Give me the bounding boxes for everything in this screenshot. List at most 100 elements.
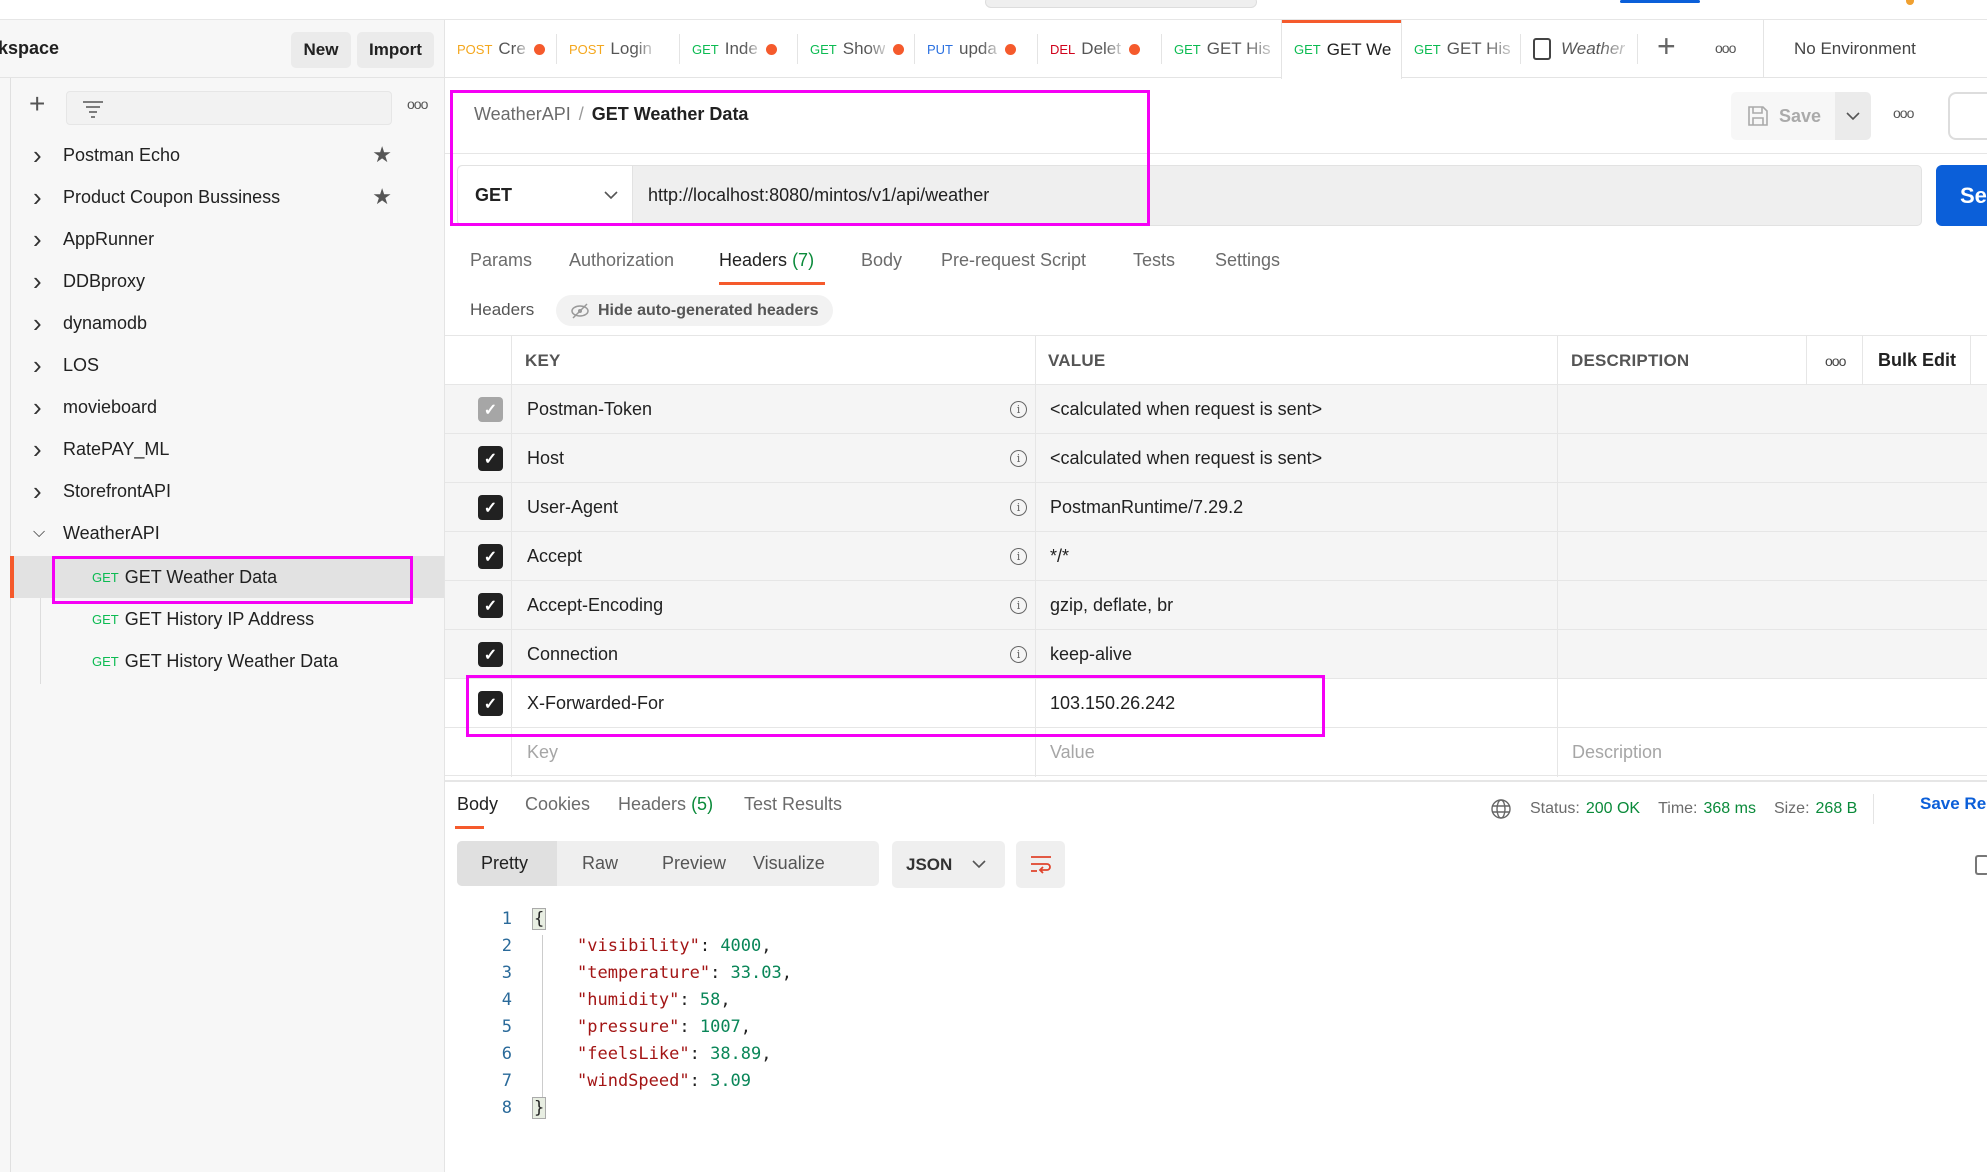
request-subtab[interactable]: Settings [1215, 250, 1280, 271]
request-tab[interactable]: PUT upda [915, 20, 1038, 78]
request-name[interactable]: GET Weather Data [592, 104, 749, 124]
chevron-down-icon[interactable]: ⌵ [33, 524, 63, 542]
header-key[interactable]: User-Agent [527, 483, 618, 532]
method-select[interactable]: GET [458, 166, 633, 225]
header-enabled-checkbox[interactable]: ✓ [478, 581, 503, 630]
sidebar-collection[interactable]: › DDBproxy [11, 260, 444, 302]
header-value[interactable]: 103.150.26.242 [1050, 679, 1175, 728]
request-tab[interactable]: GET Show [798, 20, 915, 78]
copy-icon[interactable] [1975, 855, 1987, 875]
sidebar-collection[interactable]: › AppRunner [11, 218, 444, 260]
request-tab[interactable]: POST Login [557, 20, 680, 78]
view-preview-button[interactable]: Preview [662, 841, 726, 886]
request-tab[interactable]: GET GET We [1281, 20, 1402, 79]
value-input[interactable]: Value [1050, 728, 1095, 777]
info-icon[interactable]: i [1010, 581, 1027, 630]
header-value[interactable]: gzip, deflate, br [1050, 581, 1173, 630]
header-row[interactable]: ✓ Host i <calculated when request is sent> [445, 433, 1987, 483]
star-icon[interactable]: ★ [372, 142, 392, 168]
description-input[interactable]: Description [1572, 728, 1662, 777]
size-value[interactable]: 268 B [1816, 800, 1858, 818]
sidebar-collection[interactable]: › LOS [11, 344, 444, 386]
sidebar-request[interactable]: GET GET History Weather Data [11, 640, 444, 682]
send-button[interactable]: Se [1936, 165, 1987, 226]
header-description[interactable] [1571, 630, 1971, 679]
sidebar-request[interactable]: GET GET History IP Address [11, 598, 444, 640]
save-response-button[interactable]: Save Re [1920, 794, 1986, 814]
response-tab[interactable]: Body [457, 794, 498, 815]
header-enabled-checkbox[interactable]: ✓ [478, 385, 503, 434]
view-raw-button[interactable]: Raw [582, 841, 618, 886]
request-subtab[interactable]: Pre-request Script [941, 250, 1086, 271]
view-pretty-button[interactable]: Pretty [457, 841, 557, 886]
request-tab[interactable]: Weather [1521, 20, 1638, 78]
sidebar-collection[interactable]: › Postman Echo ★ [11, 134, 444, 176]
header-key[interactable]: Accept-Encoding [527, 581, 663, 630]
sidebar-collection[interactable]: › dynamodb [11, 302, 444, 344]
header-enabled-checkbox[interactable]: ✓ [478, 434, 503, 483]
request-tab[interactable]: GET Inde [680, 20, 798, 78]
header-enabled-checkbox[interactable]: ✓ [478, 630, 503, 679]
sidebar-collection[interactable]: › movieboard [11, 386, 444, 428]
new-button[interactable]: New [291, 32, 351, 68]
request-subtab[interactable]: Tests [1133, 250, 1175, 271]
request-more-icon[interactable]: ooo [1893, 105, 1914, 121]
info-icon[interactable]: i [1010, 630, 1027, 679]
info-icon[interactable]: i [1010, 483, 1027, 532]
header-row[interactable]: ✓ Accept-Encoding i gzip, deflate, br [445, 580, 1987, 630]
environment-select[interactable]: No Environment [1763, 20, 1987, 78]
hide-auto-headers-button[interactable]: Hide auto-generated headers [556, 295, 833, 326]
header-key[interactable]: X-Forwarded-For [527, 679, 664, 728]
header-value[interactable]: keep-alive [1050, 630, 1132, 679]
wrap-lines-button[interactable] [1016, 841, 1065, 888]
sidebar-request[interactable]: GET GET Weather Data [10, 556, 444, 598]
header-enabled-checkbox[interactable]: ✓ [478, 679, 503, 728]
avatar[interactable] [1906, 0, 1914, 5]
header-row[interactable]: ✓ X-Forwarded-For 103.150.26.242 [445, 678, 1987, 728]
search-bar[interactable] [985, 0, 1257, 8]
header-value[interactable]: */* [1050, 532, 1069, 581]
response-tab[interactable]: Test Results [744, 794, 842, 815]
request-subtab[interactable]: Params [470, 250, 532, 271]
header-value[interactable]: <calculated when request is sent> [1050, 385, 1322, 434]
sidebar-collection[interactable]: › StorefrontAPI [11, 470, 444, 512]
header-description[interactable] [1571, 434, 1971, 483]
header-row[interactable]: ✓ User-Agent i PostmanRuntime/7.29.2 [445, 482, 1987, 532]
info-icon[interactable]: i [1010, 385, 1027, 434]
header-description[interactable] [1571, 483, 1971, 532]
header-description[interactable] [1571, 532, 1971, 581]
url-input[interactable]: http://localhost:8080/mintos/v1/api/weat… [648, 166, 989, 225]
header-description[interactable] [1571, 679, 1971, 728]
chevron-right-icon[interactable]: › [33, 476, 63, 507]
chevron-right-icon[interactable]: › [33, 308, 63, 339]
chevron-right-icon[interactable]: › [33, 224, 63, 255]
time-value[interactable]: 368 ms [1703, 800, 1755, 818]
request-tab[interactable]: GET GET His [1402, 20, 1521, 78]
header-enabled-checkbox[interactable]: ✓ [478, 483, 503, 532]
chevron-right-icon[interactable]: › [33, 434, 63, 465]
upgrade-button[interactable] [1620, 0, 1700, 3]
header-key[interactable]: Accept [527, 532, 582, 581]
star-icon[interactable]: ★ [372, 184, 392, 210]
save-options-button[interactable] [1835, 92, 1871, 140]
response-divider[interactable] [445, 780, 1987, 782]
header-key[interactable]: Postman-Token [527, 385, 652, 434]
header-key[interactable]: Host [527, 434, 564, 483]
header-value[interactable]: <calculated when request is sent> [1050, 434, 1322, 483]
sidebar-collection[interactable]: › RatePAY_ML [11, 428, 444, 470]
response-tab[interactable]: Headers (5) [618, 794, 713, 815]
bulk-edit-button[interactable]: Bulk Edit [1878, 336, 1956, 385]
header-row[interactable]: ✓ Postman-Token i <calculated when request … [445, 384, 1987, 434]
chevron-right-icon[interactable]: › [33, 182, 63, 213]
info-icon[interactable]: i [1010, 532, 1027, 581]
sidebar-collection[interactable]: › Product Coupon Bussiness ★ [11, 176, 444, 218]
request-tab[interactable]: GET GET His [1162, 20, 1281, 78]
key-input[interactable]: Key [527, 728, 558, 777]
import-button[interactable]: Import [357, 32, 434, 68]
info-icon[interactable]: i [1010, 434, 1027, 483]
header-description[interactable] [1571, 581, 1971, 630]
header-description[interactable] [1571, 385, 1971, 434]
more-icon[interactable]: ooo [407, 96, 428, 112]
chevron-right-icon[interactable]: › [33, 140, 63, 171]
request-subtab[interactable]: Authorization [569, 250, 674, 271]
